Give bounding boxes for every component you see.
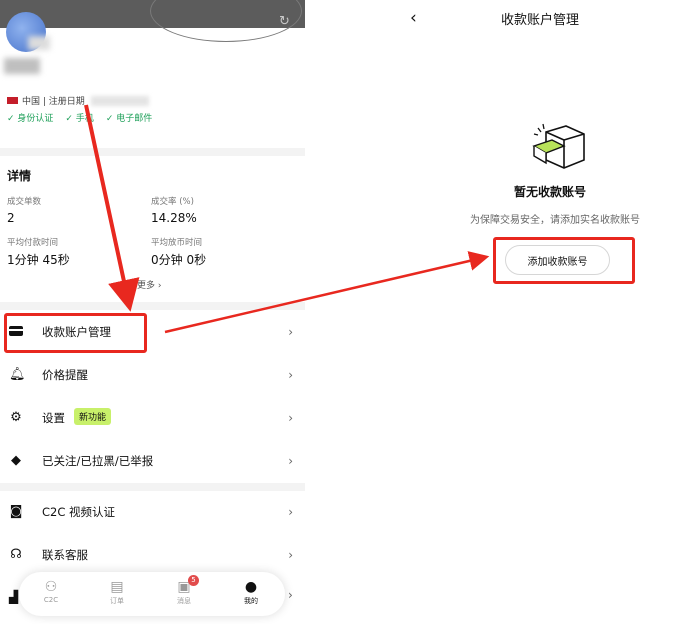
chevron-right-icon: › xyxy=(288,410,293,425)
tab-messages[interactable]: ▣ 5 消息 xyxy=(164,575,204,606)
phone-verified-label: ✓ 手机 xyxy=(65,114,94,124)
profile-header-background xyxy=(0,0,305,42)
username-blurred xyxy=(4,58,40,74)
empty-state-title: 暂无收款账号 xyxy=(513,185,586,199)
menu-item-video-verification[interactable]: ◙ C2C 视频认证 › xyxy=(0,490,305,533)
id-verified-label: ✓ 身份认证 xyxy=(7,114,54,124)
headset-icon: ☊ xyxy=(10,547,22,562)
tab-label: 我的 xyxy=(244,597,258,605)
tab-label: C2C xyxy=(43,596,59,604)
menu-item-price-alert[interactable]: 🔔︎ 价格提醒 › xyxy=(0,353,305,396)
stat-value-orders: 2 xyxy=(7,211,15,225)
chevron-right-icon: › xyxy=(288,547,293,562)
section-divider xyxy=(0,302,305,310)
order-icon: ▤ xyxy=(110,579,124,595)
partial-menu-icon: ▟ xyxy=(9,590,19,604)
chevron-right-icon: › xyxy=(288,367,293,382)
bell-icon: 🔔︎ xyxy=(9,367,26,382)
camera-icon: ◙ xyxy=(9,504,23,519)
empty-drawer-icon xyxy=(532,123,585,169)
menu-label: 已关注/已拉黑/已举报 xyxy=(42,453,154,468)
highlight-box-add-button xyxy=(493,237,635,284)
stat-label-pay-time: 平均付款时间 xyxy=(7,238,59,248)
stat-value-release-time: 0分钟 0秒 xyxy=(151,253,207,267)
tab-label: 消息 xyxy=(177,597,191,605)
menu-label: 联系客服 xyxy=(42,547,88,562)
details-title: 详情 xyxy=(7,169,32,183)
page-title: 收款账户管理 xyxy=(500,13,579,28)
people-icon: ⚇ xyxy=(44,579,58,595)
verification-row: ✓ 身份认证 ✓ 手机 ✓ 电子邮件 xyxy=(7,111,152,124)
chevron-right-icon: › xyxy=(288,453,293,468)
refresh-icon[interactable]: ↻ xyxy=(279,14,290,29)
tab-label: 订单 xyxy=(110,597,124,605)
tab-me[interactable]: ● 我的 xyxy=(231,578,271,606)
chevron-right-icon: › xyxy=(288,324,293,339)
avatar-blur xyxy=(28,36,50,50)
stat-value-rate: 14.28% xyxy=(151,211,197,225)
empty-state-subtitle: 为保障交易安全，请添加实名收款账号 xyxy=(470,215,640,226)
china-flag-icon xyxy=(7,97,18,104)
chevron-right-icon: › xyxy=(288,504,293,519)
highlight-box-menu xyxy=(4,313,147,353)
menu-label: C2C 视频认证 xyxy=(42,504,116,519)
back-arrow-icon[interactable]: ‹ xyxy=(410,8,417,28)
profile-panel: ↻ 中国 | 注册日期 ✓ 身份认证 ✓ 手机 ✓ 电子邮件 详情 成交单数 2… xyxy=(0,0,305,624)
menu-item-follow-block-report[interactable]: ◆ 已关注/已拉黑/已举报 › xyxy=(0,439,305,482)
region-text: 中国 | 注册日期 xyxy=(22,97,85,107)
tab-c2c[interactable]: ⚇ C2C xyxy=(31,578,71,604)
view-more-link[interactable]: 看更多 › xyxy=(128,278,161,291)
stat-label-orders: 成交单数 xyxy=(7,197,42,207)
user-icon: ● xyxy=(244,579,258,595)
bottom-tab-bar: ⚇ C2C ▤ 订单 ▣ 5 消息 ● 我的 xyxy=(19,572,285,616)
chevron-right-icon: › xyxy=(288,588,293,602)
stat-label-release-time: 平均放币时间 xyxy=(151,238,203,248)
new-feature-badge: 新功能 xyxy=(74,408,112,425)
stat-value-pay-time: 1分钟 45秒 xyxy=(7,253,70,267)
menu-label: 设置 xyxy=(42,410,65,425)
menu-label: 价格提醒 xyxy=(42,367,88,382)
tab-orders[interactable]: ▤ 订单 xyxy=(97,578,137,606)
section-divider xyxy=(0,148,305,156)
gear-icon: ⚙ xyxy=(10,410,22,425)
payment-accounts-panel xyxy=(305,0,683,624)
tag-icon: ◆ xyxy=(11,453,21,468)
register-date-blurred xyxy=(90,95,149,106)
menu-item-customer-service[interactable]: ☊ 联系客服 › xyxy=(0,533,305,576)
message-count-badge: 5 xyxy=(188,575,199,586)
stat-label-rate: 成交率 (%) xyxy=(151,197,194,207)
email-verified-label: ✓ 电子邮件 xyxy=(105,114,153,124)
region-row: 中国 | 注册日期 xyxy=(7,94,149,107)
menu-item-settings[interactable]: ⚙ 设置 新功能 › xyxy=(0,396,305,439)
